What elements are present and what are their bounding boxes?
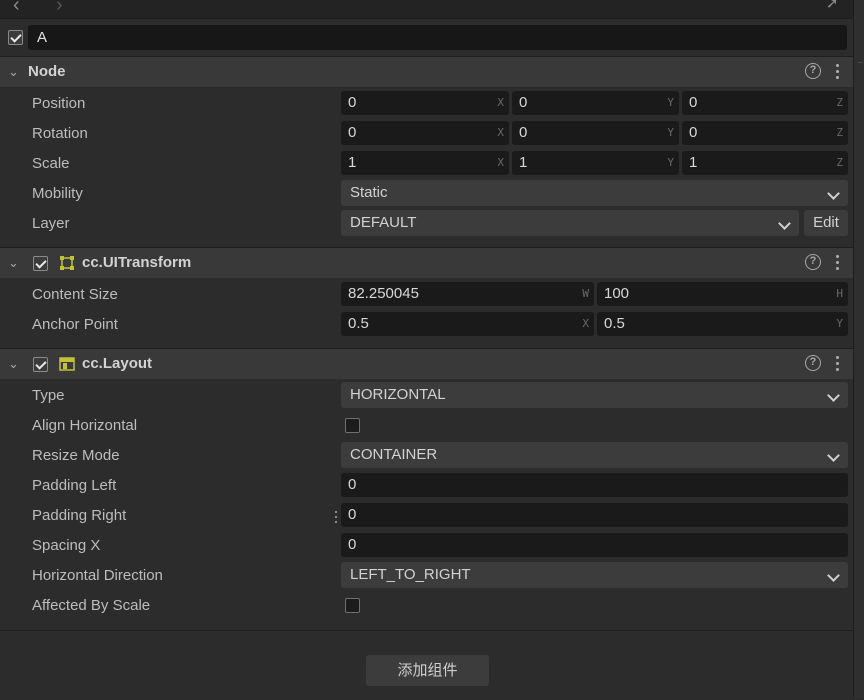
- content-size-w-input[interactable]: 82.250045 W: [341, 282, 594, 306]
- node-active-checkbox[interactable]: [8, 30, 23, 45]
- anchor-x-input[interactable]: 0.5 X: [341, 312, 594, 336]
- scale-y-input[interactable]: 1Y: [512, 151, 679, 175]
- anchor-y-input[interactable]: 0.5 Y: [597, 312, 848, 336]
- rotation-z-input[interactable]: 0Z: [682, 121, 848, 145]
- layer-select[interactable]: DEFAULT: [341, 210, 799, 236]
- position-x-input[interactable]: 0X: [341, 91, 509, 115]
- align-horizontal-label: Align Horizontal: [32, 417, 138, 434]
- horizontal-direction-label: Horizontal Direction: [32, 567, 163, 584]
- spacing-x-input[interactable]: 0: [341, 533, 848, 557]
- chevron-down-icon[interactable]: ⌄: [8, 356, 19, 372]
- layout-enabled-checkbox[interactable]: [33, 357, 48, 372]
- rotation-x-input[interactable]: 0X: [341, 121, 509, 145]
- padding-left-input[interactable]: 0: [341, 473, 848, 497]
- affected-by-scale-checkbox[interactable]: [345, 598, 360, 613]
- affected-by-scale-label: Affected By Scale: [32, 597, 151, 614]
- padding-right-label: Padding Right: [32, 507, 127, 524]
- content-size-label: Content Size: [32, 286, 118, 303]
- scrollbar[interactable]: [853, 0, 864, 699]
- padding-left-label: Padding Left: [32, 477, 117, 494]
- help-icon[interactable]: ?: [805, 355, 821, 371]
- padding-right-input[interactable]: 0: [341, 503, 848, 527]
- position-z-input[interactable]: 0Z: [682, 91, 848, 115]
- scale-label: Scale: [32, 155, 70, 172]
- chevron-down-icon: [827, 389, 840, 402]
- resize-mode-select[interactable]: CONTAINER: [341, 442, 848, 468]
- add-component-button[interactable]: 添加组件: [366, 655, 489, 686]
- chevron-down-icon[interactable]: ⌄: [8, 255, 19, 271]
- node-name-input[interactable]: A: [28, 25, 847, 50]
- more-options-icon[interactable]: [831, 354, 845, 372]
- type-label: Type: [32, 387, 65, 404]
- scale-x-input[interactable]: 1X: [341, 151, 509, 175]
- more-options-icon[interactable]: [831, 253, 845, 271]
- uitransform-section-header[interactable]: ⌄ cc.UITransform ?: [0, 247, 853, 278]
- chevron-down-icon: [827, 569, 840, 582]
- node-name-row: A: [0, 20, 853, 56]
- help-icon[interactable]: ?: [805, 63, 821, 79]
- position-y-input[interactable]: 0Y: [512, 91, 679, 115]
- align-horizontal-checkbox[interactable]: [345, 418, 360, 433]
- back-arrow-icon[interactable]: ‹: [13, 0, 20, 17]
- uitransform-enabled-checkbox[interactable]: [33, 256, 48, 271]
- forward-arrow-icon[interactable]: ›: [56, 0, 63, 17]
- rotation-y-input[interactable]: 0Y: [512, 121, 679, 145]
- mobility-select[interactable]: Static: [341, 180, 848, 206]
- inspector-toolbar: ‹ › ➚: [0, 0, 853, 19]
- section-title-node: Node: [28, 63, 66, 80]
- rotation-label: Rotation: [32, 125, 88, 142]
- resize-mode-label: Resize Mode: [32, 447, 120, 464]
- mobility-label: Mobility: [32, 185, 83, 202]
- pin-icon[interactable]: ➚: [826, 0, 839, 12]
- layout-icon: [59, 357, 75, 371]
- node-section-header[interactable]: ⌄ Node ?: [0, 56, 853, 87]
- layer-label: Layer: [32, 215, 70, 232]
- chevron-down-icon: [827, 449, 840, 462]
- section-title-uitransform: cc.UITransform: [82, 254, 192, 271]
- layer-edit-button[interactable]: Edit: [804, 210, 848, 236]
- chevron-down-icon: [827, 187, 840, 200]
- content-size-h-input[interactable]: 100 H: [597, 282, 848, 306]
- footer: 添加组件: [0, 630, 853, 700]
- help-icon[interactable]: ?: [805, 254, 821, 270]
- chevron-down-icon: [778, 217, 791, 230]
- layout-section-header[interactable]: ⌄ cc.Layout ?: [0, 348, 853, 379]
- transform-icon: [60, 256, 74, 270]
- chevron-down-icon[interactable]: ⌄: [8, 64, 19, 80]
- position-label: Position: [32, 95, 86, 112]
- more-options-icon[interactable]: [831, 62, 845, 80]
- anchor-point-label: Anchor Point: [32, 316, 118, 333]
- section-title-layout: cc.Layout: [82, 355, 153, 372]
- layout-type-select[interactable]: HORIZONTAL: [341, 382, 848, 408]
- horizontal-direction-select[interactable]: LEFT_TO_RIGHT: [341, 562, 848, 588]
- spacing-x-label: Spacing X: [32, 537, 101, 554]
- drag-handle-icon[interactable]: [335, 511, 338, 523]
- scale-z-input[interactable]: 1Z: [682, 151, 848, 175]
